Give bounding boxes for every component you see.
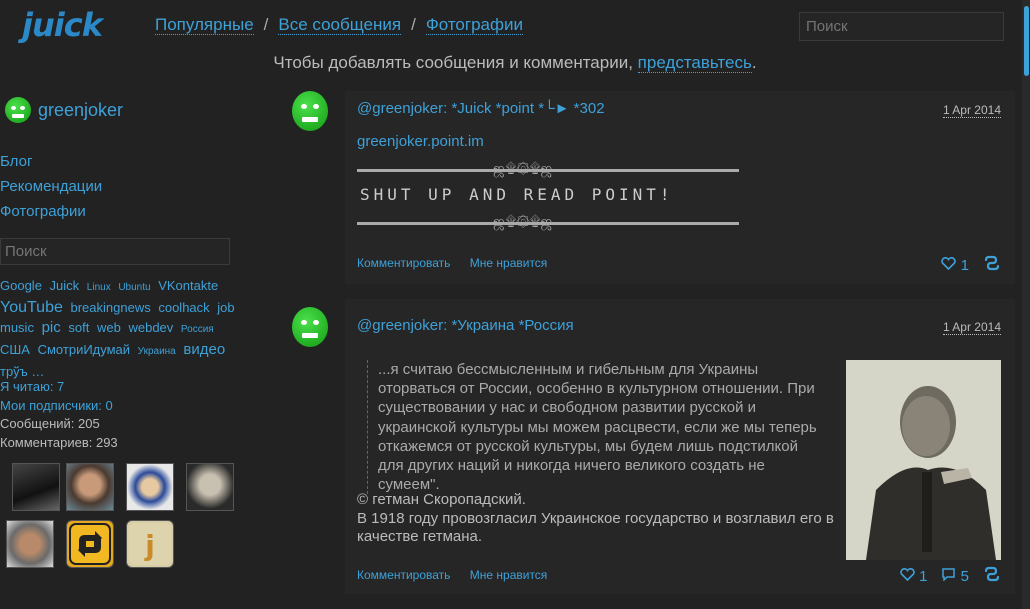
heart-icon [900,567,915,581]
tag-link[interactable]: Ubuntu [118,282,150,293]
tag-link[interactable]: webdev [128,320,173,335]
sidebar-stats: Я читаю: 7 Мои подписчики: 0 Сообщений: … [0,378,118,452]
comment-button[interactable]: Комментировать [357,256,450,270]
tag-link[interactable]: music [0,320,34,335]
post: @greenjoker: *Украина *Россия 1 Apr 2014… [345,299,1015,594]
reading-link[interactable]: Я читаю: 7 [0,378,118,397]
tag-link[interactable]: США [0,342,30,357]
tag-link[interactable]: видео [183,341,225,358]
comment-button[interactable]: Комментировать [357,568,450,582]
like-button[interactable]: Мне нравится [470,568,548,582]
tag-link[interactable]: coolhack [158,300,209,315]
post-tag[interactable]: *Juick [451,100,491,117]
subscription-avatar[interactable] [186,463,234,511]
arrows-icon [69,523,111,565]
like-button[interactable]: Мне нравится [470,256,548,270]
subscription-avatar[interactable] [12,463,60,511]
subscription-avatar[interactable]: j [126,520,174,568]
share-icon[interactable] [983,565,1001,587]
tag-link[interactable]: трўъ … [0,364,44,379]
post-header: @greenjoker: *Украина *Россия [357,317,574,334]
comment-bubble-icon [942,568,956,582]
post-tag[interactable]: *Украина [451,317,514,334]
post-tag[interactable]: *└► [538,100,569,117]
heart-icon [941,256,957,270]
nav-all-messages[interactable]: Все сообщения [278,15,402,35]
post-header: @greenjoker: *Juick *point *└► *302 [357,100,605,117]
subscription-avatar[interactable] [66,463,114,511]
post: @greenjoker: *Juick *point *└► *302 1 Ap… [345,91,1015,284]
nav-separator: / [263,15,269,34]
post-avatar[interactable] [292,307,328,347]
tag-link[interactable]: Россия [181,324,214,335]
tag-link[interactable]: breakingnews [71,300,151,315]
post-tag[interactable]: *302 [574,100,605,117]
messages-count: Сообщений: 205 [0,416,100,431]
post-date[interactable]: 1 Apr 2014 [942,103,1001,118]
portrait-image [846,360,1001,560]
login-link[interactable]: представьтесь [637,53,752,73]
post-actions: Комментировать Мне нравится [357,568,563,582]
login-notice: Чтобы добавлять сообщения и комментарии,… [0,53,1030,73]
post-quote: ...я считаю бессмысленным и гибельным дл… [367,360,827,495]
tag-link[interactable]: Украина [138,346,176,357]
j-letter-icon: j [129,523,171,565]
post-link[interactable]: greenjoker.point.im [357,133,484,150]
post-tag[interactable]: *point [496,100,534,117]
post-text-line: © гетман Скоропадский. [357,491,526,508]
sidebar-item-blog[interactable]: Блог [0,149,102,174]
sidebar-item-recommendations[interactable]: Рекомендации [0,174,102,199]
header-search-input[interactable] [799,12,1004,41]
nav-photos[interactable]: Фотографии [425,15,523,35]
divider [357,169,739,172]
logo[interactable]: juick [22,6,103,44]
post-author[interactable]: @greenjoker: [357,317,447,334]
post-photo[interactable] [846,360,1001,560]
sidebar-user[interactable]: greenjoker [5,97,123,123]
sidebar-links: Блог Рекомендации Фотографии [0,149,102,224]
likes-counter[interactable]: 1 [941,257,969,274]
svg-text:j: j [144,529,155,562]
tag-link[interactable]: soft [68,320,89,335]
banner-text: SHUT UP AND READ POINT! [360,185,674,204]
tag-link[interactable]: YouTube [0,299,63,316]
post-counters: 1 5 [900,565,1001,587]
notice-text: Чтобы добавлять сообщения и комментарии, [273,53,638,72]
main-nav: Популярные / Все сообщения / Фотографии [155,15,523,35]
tag-link[interactable]: job [217,300,234,315]
post-text-line: В 1918 году провозгласил Украинское госу… [357,509,834,546]
post-author[interactable]: @greenjoker: [357,100,447,117]
likes-counter[interactable]: 1 [900,567,927,585]
subscription-avatar[interactable] [6,520,54,568]
subscribers-link[interactable]: Мои подписчики: 0 [0,397,118,416]
divider [357,222,739,225]
tag-link[interactable]: СмотриИдумай [38,342,130,357]
tag-link[interactable]: Linux [87,282,111,293]
subscription-avatar[interactable] [66,520,114,568]
replies-counter[interactable]: 5 [941,567,969,585]
comments-count: Комментариев: 293 [0,434,118,450]
notice-end: . [751,53,757,72]
nav-popular[interactable]: Популярные [155,15,254,35]
post-counters: 1 [941,254,1001,276]
tag-link[interactable]: pic [42,319,61,336]
subscription-avatar[interactable] [126,463,174,511]
nav-separator: / [411,15,416,34]
sidebar-search-input[interactable] [0,238,230,265]
post-date[interactable]: 1 Apr 2014 [942,320,1001,335]
avatar[interactable] [5,97,31,123]
tag-link[interactable]: Google [0,278,42,293]
tag-link[interactable]: VKontakte [158,278,218,293]
sidebar-item-photos[interactable]: Фотографии [0,199,102,224]
sidebar-username[interactable]: greenjoker [38,100,123,121]
scrollbar[interactable] [1022,0,1030,609]
tag-link[interactable]: Juick [50,278,80,293]
post-text: © гетман Скоропадский. В 1918 году прово… [357,491,837,547]
post-actions: Комментировать Мне нравится [357,256,563,270]
post-avatar[interactable] [292,91,328,131]
share-icon[interactable] [983,254,1001,276]
post-tag[interactable]: *Россия [519,317,574,334]
tag-cloud: Google Juick Linux Ubuntu VKontakte YouT… [0,276,245,382]
tag-link[interactable]: web [97,320,121,335]
